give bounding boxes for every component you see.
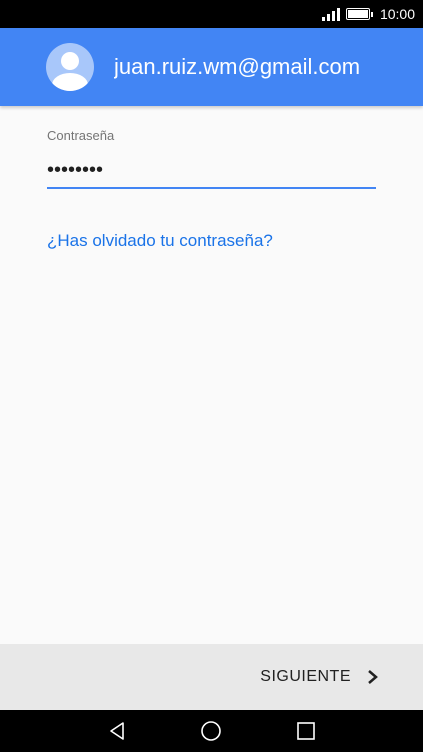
account-circle-icon [46,43,94,91]
account-header: juan.ruiz.wm@gmail.com [0,28,423,106]
footer-bar: SIGUIENTE [0,644,423,710]
status-time: 10:00 [379,6,415,22]
battery-icon [345,8,373,20]
navigation-bar [0,710,423,752]
password-form: Contraseña ¿Has olvidado tu contraseña? [47,128,376,251]
next-button-label: SIGUIENTE [260,668,351,685]
next-button[interactable]: SIGUIENTE [260,668,379,686]
forgot-password-link[interactable]: ¿Has olvidado tu contraseña? [47,231,376,251]
home-button[interactable] [191,711,231,751]
password-input[interactable] [47,157,376,189]
back-icon [110,722,124,740]
password-label: Contraseña [47,128,115,143]
home-icon [201,721,222,741]
recents-icon [297,722,315,740]
status-bar: 10:00 [0,0,423,28]
account-email: juan.ruiz.wm@gmail.com [114,54,361,79]
recents-button[interactable] [286,711,326,751]
signal-icon [321,7,340,21]
back-button[interactable] [97,711,137,751]
chevron-right-icon [368,670,378,684]
